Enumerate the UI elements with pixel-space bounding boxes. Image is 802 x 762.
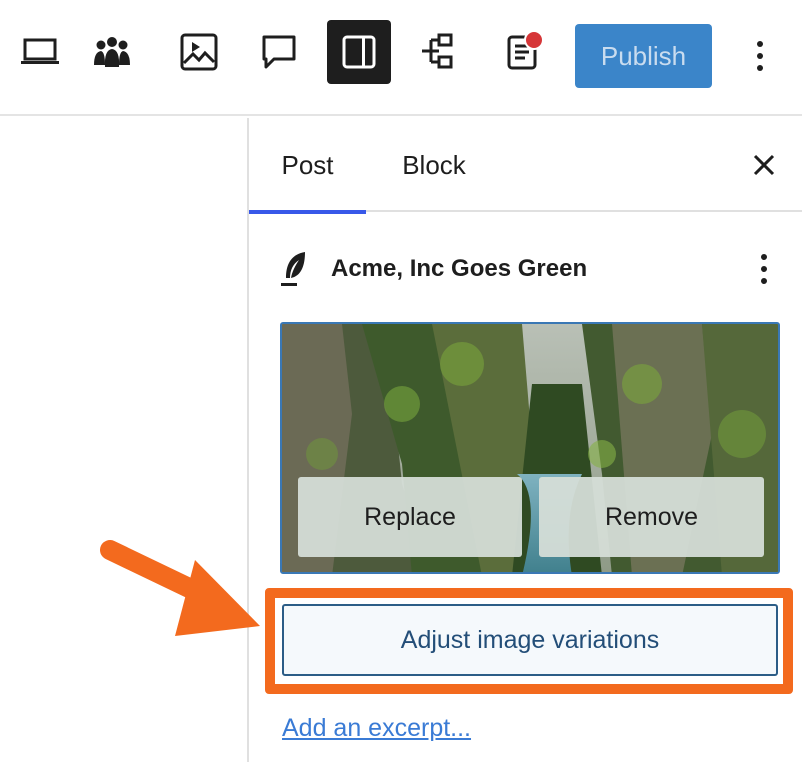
list-view-button[interactable] [407,20,471,84]
comment-icon [262,35,296,69]
image-icon [180,33,218,71]
preview-button[interactable] [8,20,72,84]
notification-dot [524,30,544,50]
options-button[interactable] [735,24,785,88]
close-sidebar-button[interactable] [744,145,784,185]
sidebar-tabs: Post Block [249,118,802,214]
sidebar-icon [342,35,376,69]
add-excerpt-link[interactable]: Add an excerpt... [282,714,471,743]
publish-button[interactable]: Publish [575,24,712,88]
arrow-annotation [100,540,260,636]
post-actions-button[interactable] [749,249,779,289]
more-vertical-icon [757,41,763,71]
settings-sidebar-button[interactable] [327,20,391,84]
top-toolbar: Publish [0,0,802,116]
post-title: Acme, Inc Goes Green [331,255,588,282]
patterns-button[interactable] [80,20,144,84]
laptop-icon [21,38,59,64]
settings-sidebar: Post Block Acme, Inc Goes Green Replace … [247,118,802,762]
featured-image[interactable]: Replace Remove [280,322,780,574]
group-icon [94,37,130,67]
post-summary-header: Acme, Inc Goes Green [279,246,779,292]
comments-button[interactable] [247,20,311,84]
adjust-image-variations-button[interactable]: Adjust image variations [282,604,778,676]
list-view-icon [422,33,453,69]
tab-block[interactable]: Block [379,118,489,212]
media-button[interactable] [167,20,231,84]
feather-icon [281,252,305,286]
document-overview-button[interactable] [490,20,554,84]
editor-canvas[interactable] [0,118,247,762]
replace-image-button[interactable]: Replace [298,477,522,557]
remove-image-button[interactable]: Remove [539,477,764,557]
more-vertical-icon [761,254,767,284]
tab-post[interactable]: Post [249,118,366,214]
close-icon [753,154,775,176]
